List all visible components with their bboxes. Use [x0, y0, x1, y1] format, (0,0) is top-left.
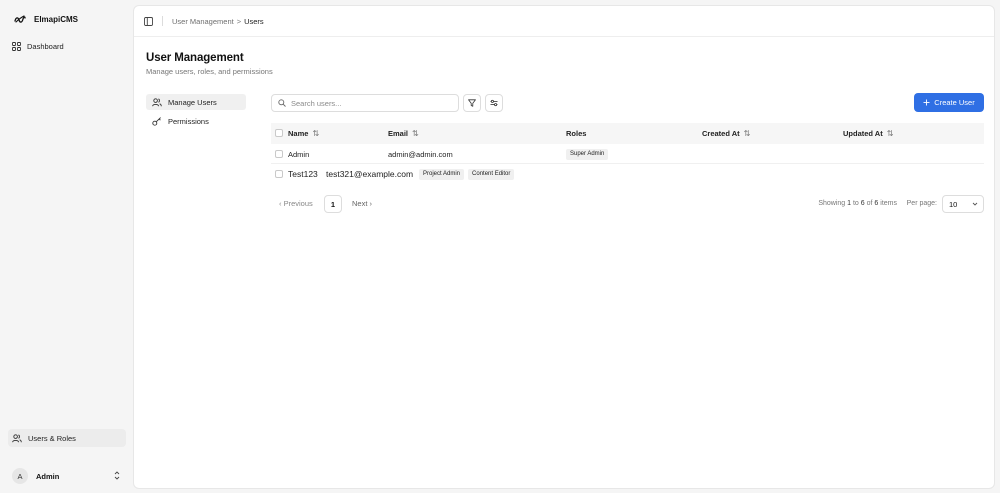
sidebar-item-label: Dashboard [27, 41, 64, 51]
column-header-created-at[interactable]: Created At ⇅ [702, 123, 750, 144]
breadcrumb: User Management > Users [172, 17, 264, 26]
filter-icon [468, 99, 476, 107]
subnav-label: Manage Users [168, 97, 217, 107]
per-page-select[interactable]: 10 [942, 195, 984, 213]
pagination: ‹ Previous 1 Next › Showing 1 to 6 of 6 … [271, 195, 984, 213]
subnav-label: Permissions [168, 116, 209, 126]
sidebar-item-label: Users & Roles [28, 433, 76, 443]
row-checkbox[interactable] [275, 170, 283, 178]
column-label: Email [388, 129, 409, 138]
per-page-label: Per page: [906, 200, 937, 207]
main-panel: User Management > Users User Management … [133, 5, 995, 489]
users-icon [12, 433, 22, 443]
cell-roles: Project Admin Content Editor [419, 164, 518, 184]
role-badge: Project Admin [419, 168, 465, 180]
users-icon [152, 97, 162, 107]
sort-icon[interactable]: ⇅ [412, 129, 419, 138]
column-header-updated-at[interactable]: Updated At ⇅ [843, 123, 893, 144]
column-label: Name [288, 129, 309, 138]
cell-name: Test123 [288, 169, 318, 179]
chevron-up-down-icon [114, 471, 120, 480]
brand-name: ElmapiCMS [34, 14, 79, 24]
previous-page-button[interactable]: ‹ Previous [279, 199, 313, 208]
role-badge: Content Editor [468, 168, 515, 180]
column-label: Updated At [843, 129, 883, 138]
subnav: Manage Users Permissions [146, 94, 246, 132]
cell-roles: Super Admin [566, 144, 612, 164]
users-table: Name ⇅ Email ⇅ Roles Created At ⇅ Update… [271, 123, 984, 184]
breadcrumb-parent[interactable]: User Management [172, 17, 234, 26]
showing-suffix: items [878, 200, 897, 207]
plus-icon [923, 99, 930, 106]
per-page-value: 10 [949, 199, 958, 209]
sidebar-item-users-roles[interactable]: Users & Roles [8, 429, 126, 447]
table-header: Name ⇅ Email ⇅ Roles Created At ⇅ Update… [271, 123, 984, 144]
showing-count: Showing 1 to 6 of 6 items [818, 200, 897, 207]
showing-of-word: of [864, 200, 875, 207]
topbar: User Management > Users [134, 6, 994, 37]
sidebar: ElmapiCMS Dashboard Users & Roles A Admi… [0, 0, 133, 493]
column-label: Roles [566, 129, 587, 138]
user-name: Admin [36, 471, 60, 481]
search-icon [278, 99, 286, 107]
column-header-roles: Roles [566, 123, 586, 144]
filter-button[interactable] [463, 94, 481, 112]
user-switcher[interactable]: A Admin [8, 466, 126, 486]
page-number-button[interactable]: 1 [324, 195, 342, 213]
role-badge: Super Admin [566, 148, 609, 160]
create-user-label: Create User [934, 98, 975, 107]
cell-name: Admin [288, 149, 310, 159]
table-row[interactable]: Test123 test321@example.com Project Admi… [271, 164, 984, 184]
column-header-name[interactable]: Name ⇅ [288, 123, 319, 144]
brand[interactable]: ElmapiCMS [14, 14, 78, 24]
column-header-email[interactable]: Email ⇅ [388, 123, 419, 144]
table-row[interactable]: Admin admin@admin.com Super Admin [271, 144, 984, 164]
next-page-button[interactable]: Next › [352, 199, 372, 208]
sliders-icon [490, 99, 498, 107]
breadcrumb-current: Users [244, 16, 264, 26]
select-all-checkbox[interactable] [275, 129, 283, 137]
sort-icon[interactable]: ⇅ [887, 129, 894, 138]
search-box [271, 94, 459, 112]
sidebar-toggle-icon[interactable] [144, 16, 153, 26]
subnav-item-permissions[interactable]: Permissions [146, 113, 246, 129]
showing-prefix: Showing [818, 200, 848, 207]
sidebar-item-dashboard[interactable]: Dashboard [8, 37, 126, 55]
logo-icon [14, 14, 26, 24]
search-input[interactable] [291, 98, 451, 108]
subnav-item-manage-users[interactable]: Manage Users [146, 94, 246, 110]
sort-icon[interactable]: ⇅ [744, 129, 751, 138]
column-label: Created At [702, 129, 740, 138]
grid-icon [12, 41, 21, 51]
chevron-right-icon: > [236, 16, 242, 26]
page-subtitle: Manage users, roles, and permissions [146, 67, 273, 76]
create-user-button[interactable]: Create User [914, 93, 984, 112]
showing-to-word: to [851, 200, 861, 207]
chevron-down-icon [972, 201, 978, 207]
column-settings-button[interactable] [485, 94, 503, 112]
cell-email: admin@admin.com [388, 149, 453, 159]
sort-icon[interactable]: ⇅ [312, 129, 319, 138]
row-checkbox[interactable] [275, 150, 283, 158]
next-label: Next [352, 199, 368, 208]
avatar: A [12, 468, 28, 484]
page-title: User Management [146, 52, 244, 64]
divider [162, 16, 163, 26]
key-icon [152, 116, 162, 126]
previous-label: Previous [283, 199, 313, 208]
cell-email: test321@example.com [326, 169, 414, 179]
